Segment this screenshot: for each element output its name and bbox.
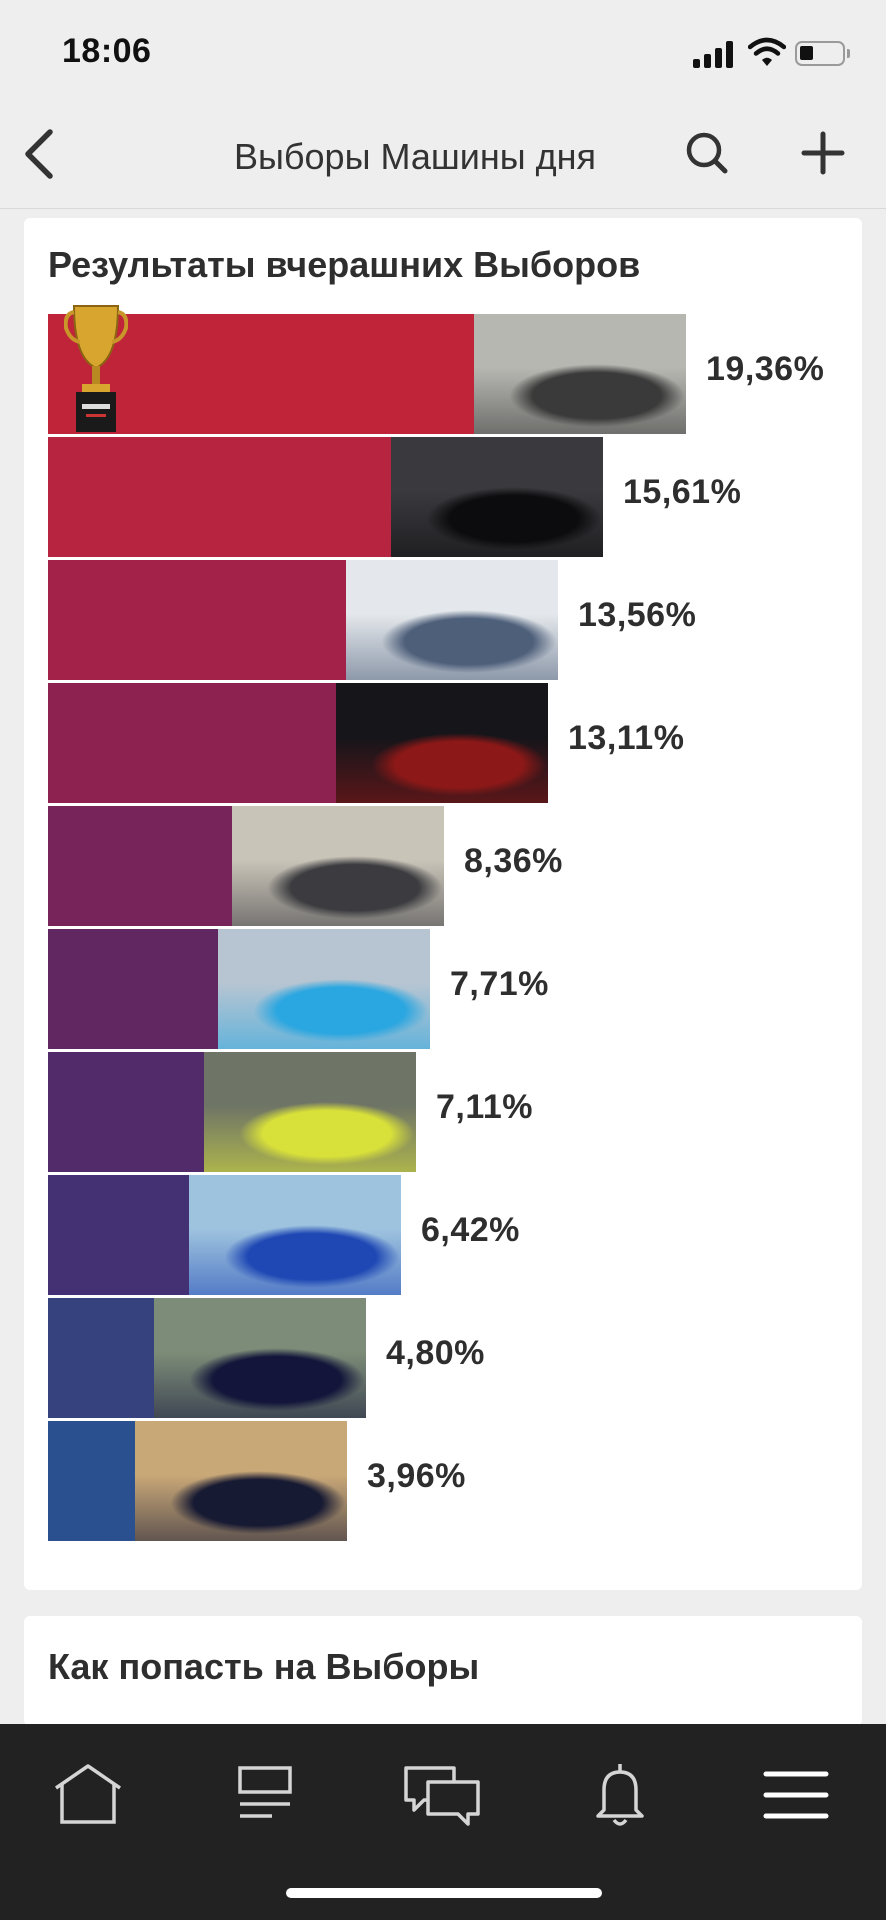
result-percentage: 19,36% [706, 350, 825, 388]
bell-icon[interactable] [580, 1760, 660, 1830]
car-photo [135, 1421, 347, 1541]
menu-icon[interactable] [756, 1760, 836, 1830]
car-photo [391, 437, 603, 557]
result-bar [48, 560, 346, 680]
chevron-left-icon[interactable] [20, 128, 60, 180]
feed-icon[interactable] [226, 1760, 306, 1830]
car-photo [154, 1298, 366, 1418]
result-bar [48, 1421, 135, 1541]
result-bar [48, 683, 336, 803]
status-time: 18:06 [62, 32, 152, 70]
car-photo [232, 806, 444, 926]
result-bar [48, 806, 232, 926]
car-photo [204, 1052, 416, 1172]
result-percentage: 13,56% [578, 596, 697, 634]
car-photo [474, 314, 686, 434]
results-card: Результаты вчерашних Выборов 19,36% 15,61… [24, 218, 862, 1590]
nav-bar: Выборы Машины дня [0, 100, 886, 209]
result-bar [48, 1175, 189, 1295]
result-bar [48, 437, 391, 557]
search-icon[interactable] [684, 130, 730, 176]
car-photo [189, 1175, 401, 1295]
trophy-icon [64, 305, 128, 432]
results-bar-chart: 19,36% 15,61% 13,56% 13,11% 8,36% 7,71% 7,11% 6… [48, 305, 848, 1541]
car-photo [218, 929, 430, 1049]
result-percentage: 7,11% [436, 1088, 534, 1126]
home-indicator [286, 1888, 602, 1898]
plus-icon[interactable] [800, 130, 846, 176]
status-bar: 18:06 [0, 0, 886, 100]
result-bar [48, 929, 218, 1049]
how-to-card[interactable]: Как попасть на Выборы [24, 1616, 862, 1726]
result-bar-row[interactable]: 7,11% [48, 1052, 576, 1172]
result-bar-row[interactable]: 3,96% [48, 1421, 507, 1541]
result-bar-row[interactable]: 13,11% [48, 683, 708, 803]
home-icon[interactable] [48, 1760, 128, 1830]
result-percentage: 13,11% [568, 719, 685, 757]
result-percentage: 6,42% [421, 1211, 520, 1249]
signal-bars-icon [693, 40, 735, 68]
result-bar-row[interactable]: 19,36% [48, 305, 846, 434]
result-bar-row[interactable]: 6,42% [48, 1175, 561, 1295]
result-percentage: 8,36% [464, 842, 563, 880]
result-percentage: 4,80% [386, 1334, 485, 1372]
result-percentage: 7,71% [450, 965, 549, 1003]
car-photo [346, 560, 558, 680]
result-bar-row[interactable]: 8,36% [48, 806, 604, 926]
result-percentage: 3,96% [367, 1457, 466, 1495]
result-bar-row[interactable]: 15,61% [48, 437, 763, 557]
car-photo [336, 683, 548, 803]
result-bar [48, 1298, 154, 1418]
result-percentage: 15,61% [623, 473, 742, 511]
battery-icon [795, 41, 850, 66]
result-bar-row[interactable]: 13,56% [48, 560, 718, 680]
result-bar-row[interactable]: 7,71% [48, 929, 590, 1049]
how-to-title: Как попасть на Выборы [48, 1646, 480, 1687]
result-bar-row[interactable]: 4,80% [48, 1298, 526, 1418]
results-title: Результаты вчерашних Выборов [48, 244, 641, 285]
result-bar [48, 1052, 204, 1172]
wifi-icon [748, 37, 786, 66]
page-title: Выборы Машины дня [234, 136, 596, 177]
messages-icon[interactable] [402, 1760, 482, 1830]
